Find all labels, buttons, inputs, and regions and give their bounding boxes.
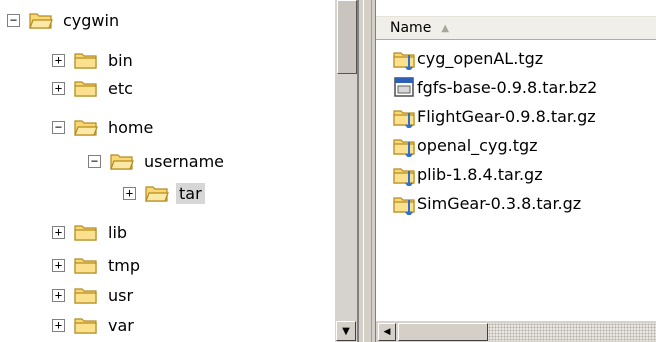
collapse-toggle[interactable]: −: [7, 13, 20, 27]
arrow-down-icon: ▼: [342, 325, 350, 337]
folder-icon: [74, 53, 97, 69]
tree-node-label-selected: tar: [176, 182, 205, 204]
expand-toggle[interactable]: +: [52, 81, 65, 95]
tree-node-label: bin: [108, 50, 133, 70]
sort-ascending-icon: ▲: [441, 22, 450, 34]
file-row[interactable]: FlightGear-0.9.8.tar.gz: [392, 103, 596, 129]
file-icon: [394, 77, 414, 97]
tree-node-lib[interactable]: + lib: [52, 218, 130, 246]
folder-open-icon: [145, 186, 169, 202]
tree-node-home[interactable]: − home: [52, 113, 156, 141]
scroll-down-button[interactable]: ▼: [336, 321, 356, 341]
collapse-toggle[interactable]: −: [52, 120, 65, 134]
folder-open-icon: [74, 120, 98, 136]
file-row[interactable]: openal_cyg.tgz: [392, 132, 538, 158]
scrollbar-thumb[interactable]: [337, 0, 357, 74]
tree-node-tar[interactable]: + tar: [123, 179, 205, 207]
tree-node-var[interactable]: + var: [52, 311, 137, 339]
file-row[interactable]: fgfs-base-0.9.8.tar.bz2: [392, 74, 597, 100]
tree-node-label: var: [108, 315, 134, 335]
folder-icon: [74, 225, 97, 241]
expand-toggle[interactable]: +: [52, 288, 65, 302]
file-name: openal_cyg.tgz: [417, 135, 538, 155]
tree-node-label: lib: [108, 222, 128, 242]
file-row[interactable]: SimGear-0.3.8.tar.gz: [392, 190, 581, 216]
pane-splitter-grip[interactable]: [363, 0, 372, 342]
file-name: SimGear-0.3.8.tar.gz: [417, 193, 582, 213]
expand-toggle[interactable]: +: [52, 318, 65, 332]
folder-tree: − cygwin + bin + etc − home − username +…: [0, 0, 330, 342]
tree-vertical-scrollbar[interactable]: ▼: [334, 0, 358, 342]
tree-node-label: cygwin: [63, 10, 120, 30]
folder-icon: [74, 81, 97, 97]
folder-open-icon: [29, 13, 53, 29]
file-name: FlightGear-0.9.8.tar.gz: [417, 106, 596, 126]
expand-toggle[interactable]: +: [52, 225, 65, 239]
scroll-left-button[interactable]: ◀: [378, 323, 396, 341]
folder-icon: [74, 258, 97, 274]
name-column-header[interactable]: Name ▲: [376, 20, 449, 36]
tree-node-tmp[interactable]: + tmp: [52, 251, 143, 279]
archive-icon: [393, 168, 415, 186]
folder-open-icon: [110, 154, 134, 170]
file-name: fgfs-base-0.9.8.tar.bz2: [417, 77, 598, 97]
tree-node-etc[interactable]: + etc: [52, 74, 136, 102]
folder-icon: [74, 288, 97, 304]
tree-node-label: home: [108, 117, 154, 137]
column-header-bar: Name ▲: [376, 16, 656, 40]
tree-node-bin[interactable]: + bin: [52, 46, 136, 74]
tree-node-label: tmp: [108, 255, 141, 275]
tree-node-label: username: [144, 151, 224, 171]
expand-toggle[interactable]: +: [123, 186, 136, 200]
expand-toggle[interactable]: +: [52, 258, 65, 272]
archive-icon: [393, 110, 415, 128]
tree-node-usr[interactable]: + usr: [52, 281, 136, 309]
collapse-toggle[interactable]: −: [88, 154, 101, 168]
column-header-label: Name: [390, 20, 432, 36]
file-list-horizontal-scrollbar[interactable]: ◀: [376, 320, 656, 342]
tree-node-cygwin[interactable]: − cygwin: [7, 6, 122, 34]
tree-node-label: etc: [108, 78, 133, 98]
file-row[interactable]: cyg_openAL.tgz: [392, 45, 543, 71]
file-row[interactable]: plib-1.8.4.tar.gz: [392, 161, 543, 187]
arrow-left-icon: ◀: [383, 327, 391, 337]
archive-icon: [393, 52, 415, 70]
file-list: Name ▲ cyg_openAL.tgz fgfs-base-0.9.8.ta…: [376, 0, 656, 342]
scrollbar-thumb[interactable]: [398, 323, 488, 341]
folder-icon: [74, 318, 97, 334]
scrollbar-track[interactable]: [488, 323, 656, 341]
tree-node-label: usr: [108, 285, 134, 305]
expand-toggle[interactable]: +: [52, 53, 65, 67]
file-name: cyg_openAL.tgz: [417, 48, 544, 68]
archive-icon: [393, 139, 415, 157]
file-name: plib-1.8.4.tar.gz: [417, 164, 543, 184]
tree-node-username[interactable]: − username: [88, 147, 227, 175]
archive-icon: [393, 197, 415, 215]
